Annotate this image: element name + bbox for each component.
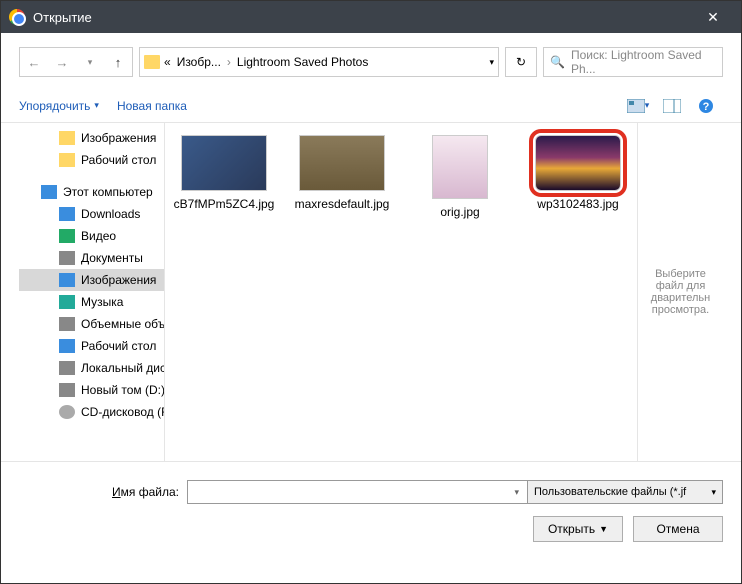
crumb-folder[interactable]: Lightroom Saved Photos: [235, 55, 370, 69]
search-placeholder: Поиск: Lightroom Saved Ph...: [571, 48, 716, 76]
search-input[interactable]: 🔍 Поиск: Lightroom Saved Ph...: [543, 47, 723, 77]
filename-label: Имя файла:: [19, 485, 179, 499]
open-button[interactable]: Открыть▼: [533, 516, 623, 542]
tree-3d[interactable]: Объемные объ: [19, 313, 164, 335]
chevron-down-icon: ▾: [94, 100, 99, 111]
file-grid: cB7fMPm5ZC4.jpg maxresdefault.jpg orig.j…: [165, 123, 637, 461]
tree-this-pc[interactable]: Этот компьютер: [19, 181, 164, 203]
tree-local-disk[interactable]: Локальный дис: [19, 357, 164, 379]
file-item[interactable]: cB7fMPm5ZC4.jpg: [169, 135, 279, 213]
file-item-highlighted[interactable]: wp3102483.jpg: [523, 135, 633, 213]
tree-desktop[interactable]: Рабочий стол: [19, 149, 164, 171]
organize-button[interactable]: Упорядочить▾: [19, 99, 99, 113]
file-thumbnail: [299, 135, 385, 191]
refresh-button[interactable]: ↻: [505, 47, 537, 77]
tree-desktop2[interactable]: Рабочий стол: [19, 335, 164, 357]
window-title: Открытие: [33, 10, 693, 25]
breadcrumb-dropdown[interactable]: ▾: [489, 57, 494, 68]
folder-icon: [144, 55, 160, 69]
tree-images[interactable]: Изображения: [19, 127, 164, 149]
preview-pane-button[interactable]: [655, 94, 689, 118]
chevron-right-icon: ›: [227, 55, 231, 69]
address-bar-row: ← → ▾ ↑ « Изобр... › Lightroom Saved Pho…: [19, 47, 723, 77]
chevron-icon: «: [164, 55, 171, 69]
cancel-button[interactable]: Отмена: [633, 516, 723, 542]
up-button[interactable]: ↑: [104, 48, 132, 76]
tree-video[interactable]: Видео: [19, 225, 164, 247]
svg-text:?: ?: [703, 101, 710, 113]
recent-button[interactable]: ▾: [76, 48, 104, 76]
file-name: maxresdefault.jpg: [287, 197, 397, 213]
preview-hint: Выберите файл для дварительн просмотра.: [642, 268, 719, 316]
tree-images-sel[interactable]: Изображения: [19, 269, 164, 291]
breadcrumb[interactable]: « Изобр... › Lightroom Saved Photos ▾: [139, 47, 499, 77]
tree-downloads[interactable]: Downloads: [19, 203, 164, 225]
back-button[interactable]: ←: [20, 48, 48, 76]
crumb-images[interactable]: Изобр...: [175, 55, 223, 69]
tree-cd[interactable]: CD-дисковод (F: [19, 401, 164, 423]
help-button[interactable]: ?: [689, 94, 723, 118]
new-folder-button[interactable]: Новая папка: [117, 99, 187, 113]
chevron-down-icon: ▾: [711, 487, 716, 498]
file-item[interactable]: maxresdefault.jpg: [287, 135, 397, 213]
preview-pane: Выберите файл для дварительн просмотра.: [637, 123, 723, 461]
file-thumbnail: [535, 135, 621, 191]
titlebar: Открытие ✕: [1, 1, 741, 33]
tree-documents[interactable]: Документы: [19, 247, 164, 269]
file-name: wp3102483.jpg: [523, 197, 633, 213]
file-name: orig.jpg: [405, 205, 515, 221]
file-item[interactable]: orig.jpg: [405, 135, 515, 221]
filetype-select[interactable]: Пользовательские файлы (*.jf▾: [527, 480, 723, 504]
close-button[interactable]: ✕: [693, 9, 733, 26]
forward-button[interactable]: →: [48, 48, 76, 76]
filename-dropdown[interactable]: ▾: [514, 487, 519, 498]
tree-music[interactable]: Музыка: [19, 291, 164, 313]
view-mode-button[interactable]: ▾: [621, 94, 655, 118]
filename-input[interactable]: [187, 480, 530, 504]
tree-new-vol[interactable]: Новый том (D:): [19, 379, 164, 401]
nav-buttons: ← → ▾ ↑: [19, 47, 133, 77]
nav-tree: Изображения Рабочий стол Этот компьютер …: [19, 123, 165, 461]
footer: Имя файла: ▾ Пользовательские файлы (*.j…: [1, 461, 741, 560]
toolbar: Упорядочить▾ Новая папка ▾ ?: [1, 89, 741, 123]
file-thumbnail: [432, 135, 488, 199]
chrome-icon: [9, 9, 25, 25]
file-name: cB7fMPm5ZC4.jpg: [169, 197, 279, 213]
search-icon: 🔍: [550, 55, 565, 69]
file-thumbnail: [181, 135, 267, 191]
